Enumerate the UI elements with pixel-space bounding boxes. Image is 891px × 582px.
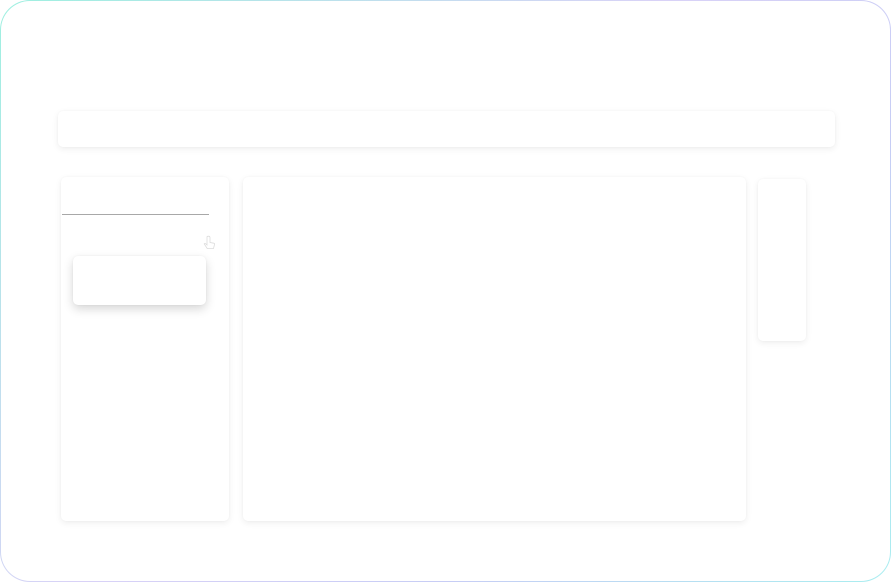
left-sidebar-panel — [61, 177, 229, 521]
sidebar-divider — [62, 214, 209, 215]
draggable-card[interactable] — [73, 256, 206, 305]
right-side-panel — [758, 179, 806, 341]
app-frame — [0, 0, 891, 582]
main-content-panel — [243, 177, 746, 521]
hand-pointer-icon — [202, 235, 218, 251]
top-toolbar — [58, 111, 835, 147]
app-window — [1, 1, 890, 581]
